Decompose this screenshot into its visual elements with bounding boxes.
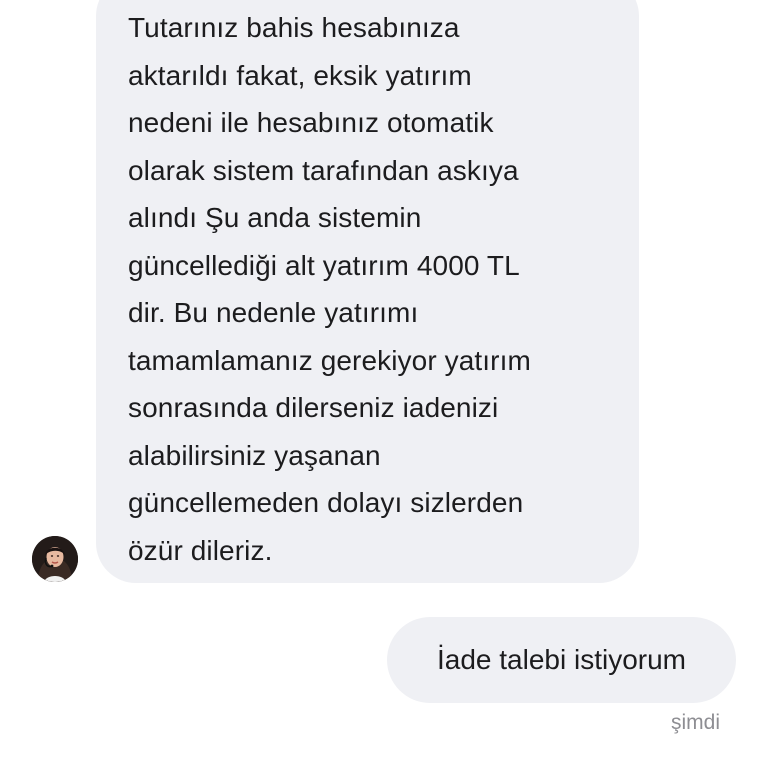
message-timestamp: şimdi [670, 711, 720, 734]
outgoing-message-text: İade talebi istiyorum [436, 644, 686, 675]
message-line: sonrasında dilerseniz iadenizi [128, 392, 499, 423]
message-line: tamamlamanız gerekiyor yatırım [128, 344, 531, 376]
message-line: aktarıldı fakat, eksik yatırım [128, 59, 472, 91]
message-line: özür dileriz. [128, 534, 273, 566]
message-line: güncellemeden dolayı sizlerden [128, 487, 524, 518]
message-line: dir. Bu nedenle yatırımı [128, 297, 419, 328]
message-line: olarak sistem tarafından askıya [128, 154, 519, 186]
chat-thread: Tutarınız bahis hesabınıza aktarıldı fak… [0, 0, 768, 768]
message-line: nedeni ile hesabınız otomatik [128, 107, 494, 138]
message-line: alındı Şu anda sistemin [128, 202, 422, 233]
message-line: alabilirsiniz yaşanan [128, 439, 381, 471]
message-line: güncellediği alt yatırım 4000 TL [128, 249, 520, 281]
outgoing-message-bubble[interactable]: İade talebi istiyorum [387, 617, 736, 703]
message-line: Tutarınız bahis hesabınıza [128, 12, 460, 43]
incoming-message-text: Tutarınız bahis hesabınıza aktarıldı fak… [128, 4, 628, 574]
agent-avatar-photo-icon [32, 536, 78, 582]
avatar[interactable] [32, 536, 78, 582]
